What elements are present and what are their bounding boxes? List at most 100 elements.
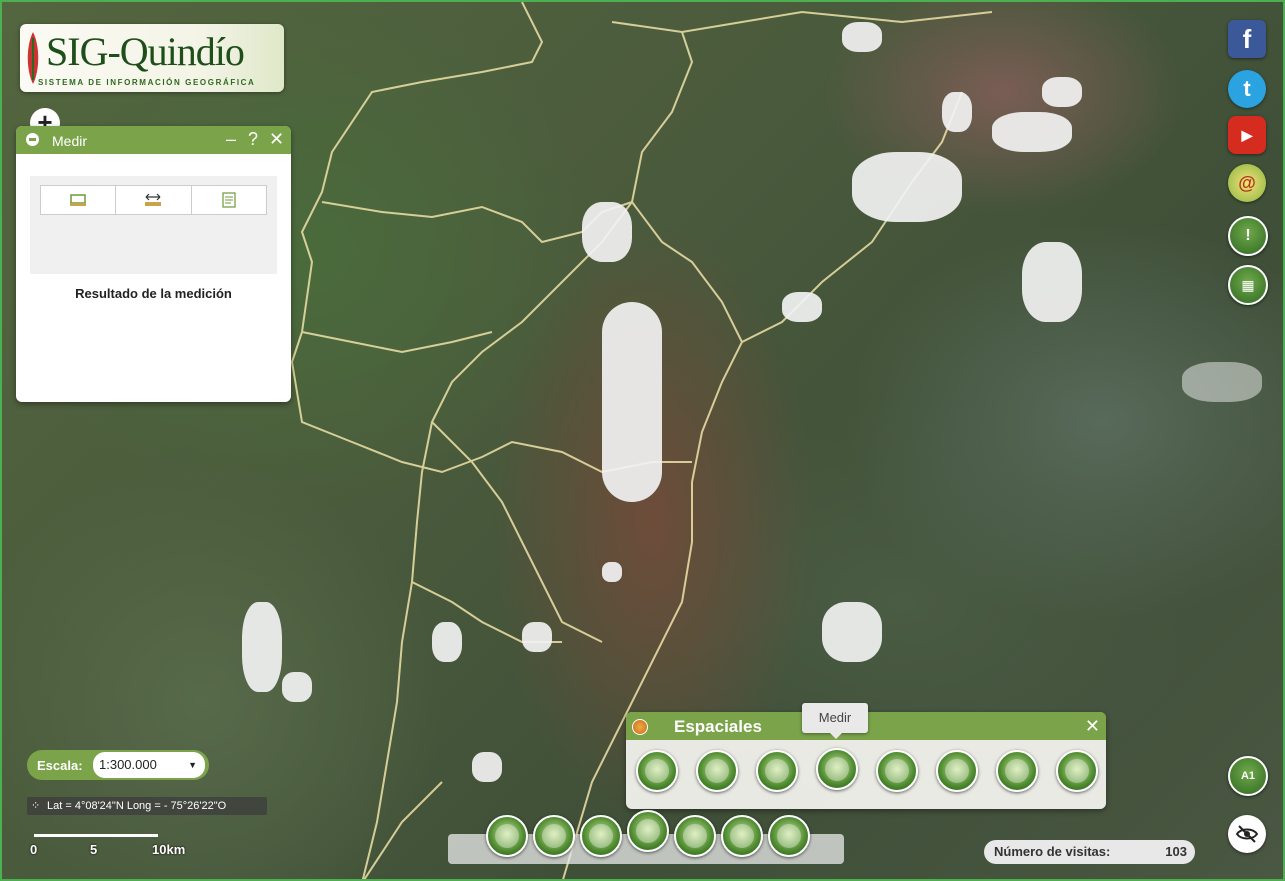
scale-bar: 0 5 10km bbox=[30, 830, 190, 860]
cloud bbox=[1022, 242, 1082, 322]
twitter-button[interactable]: t bbox=[1228, 70, 1266, 108]
espaciales-icon bbox=[632, 719, 648, 735]
email-icon: @ bbox=[1238, 173, 1256, 193]
measure-result-label: Resultado de la medición bbox=[75, 286, 232, 301]
cloud bbox=[852, 152, 962, 222]
cloud bbox=[992, 112, 1072, 152]
map-layers-icon bbox=[645, 759, 669, 783]
ruler-icon bbox=[825, 757, 849, 781]
folder-button[interactable] bbox=[580, 815, 622, 857]
cloud bbox=[582, 202, 632, 262]
email-button[interactable]: @ bbox=[1228, 164, 1266, 202]
ruler-button[interactable] bbox=[816, 748, 858, 790]
area-measure-button[interactable] bbox=[41, 186, 117, 214]
visit-counter-value: 103 bbox=[1165, 844, 1187, 859]
cloud bbox=[522, 622, 552, 652]
compass-button[interactable] bbox=[936, 750, 978, 792]
cloud bbox=[822, 602, 882, 662]
open-folder-icon bbox=[636, 819, 660, 843]
hide-toggle-button[interactable] bbox=[1228, 815, 1266, 853]
cloud bbox=[1182, 362, 1262, 402]
pin-icon: ⁘ bbox=[31, 800, 41, 812]
scale-value: 1:300.000 bbox=[99, 757, 157, 772]
youtube-icon: ▶ bbox=[1241, 127, 1253, 143]
distance-measure-icon bbox=[145, 193, 162, 206]
building-button[interactable] bbox=[696, 750, 738, 792]
youtube-button[interactable]: ▶ bbox=[1228, 116, 1266, 154]
coordinate-button[interactable] bbox=[533, 815, 575, 857]
basemap-button[interactable] bbox=[768, 815, 810, 857]
measure-panel: Medir – ? ✕ Resultado de la medición bbox=[16, 126, 291, 402]
open-folder-button[interactable] bbox=[627, 810, 669, 852]
area-measure-icon bbox=[70, 194, 87, 206]
cloud bbox=[432, 622, 462, 662]
map-analysis-icon bbox=[885, 759, 909, 783]
region-button[interactable] bbox=[756, 750, 798, 792]
legend-icon bbox=[495, 824, 519, 848]
cloud bbox=[242, 602, 282, 692]
shape-button[interactable] bbox=[1056, 750, 1098, 792]
twitter-icon: t bbox=[1243, 76, 1251, 101]
location-measure-icon bbox=[222, 192, 236, 208]
scale-bar-label-10: 10km bbox=[152, 842, 186, 857]
scale-select[interactable]: 1:300.000 ▼ bbox=[93, 752, 205, 778]
logo-title: SIG-Quindío bbox=[46, 29, 245, 74]
calculator-icon: ▦ bbox=[1241, 277, 1255, 293]
folder-icon bbox=[589, 824, 613, 848]
cloud bbox=[1042, 77, 1082, 107]
basemap-icon bbox=[777, 824, 801, 848]
cloud bbox=[602, 302, 662, 502]
measure-panel-title: Medir bbox=[52, 133, 88, 149]
espaciales-close-button[interactable]: ✕ bbox=[1085, 716, 1100, 737]
building-icon bbox=[705, 759, 729, 783]
coordinates-text: Lat = 4°08'24"N Long = - 75°26'22"O bbox=[47, 800, 227, 812]
cloud bbox=[942, 92, 972, 132]
minus-circle-icon bbox=[26, 133, 39, 146]
scale-bar-label-5: 5 bbox=[90, 842, 98, 857]
scale-control: Escala: 1:300.000 ▼ bbox=[27, 750, 209, 780]
camera-icon bbox=[1005, 759, 1029, 783]
sig-quindio-logo[interactable]: SIG-Quindío SISTEMA DE INFORMACIÓN GEOGR… bbox=[20, 24, 284, 92]
cloud bbox=[282, 672, 312, 702]
cloud bbox=[782, 292, 822, 322]
compass-icon bbox=[945, 759, 969, 783]
cloud bbox=[842, 22, 882, 52]
minimize-button[interactable]: – bbox=[226, 129, 236, 150]
visit-counter: Número de visitas: 103 bbox=[984, 840, 1195, 864]
scale-label: Escala: bbox=[37, 758, 83, 773]
facebook-button[interactable]: f bbox=[1228, 20, 1266, 58]
measure-panel-header: Medir – ? ✕ bbox=[16, 126, 291, 154]
facebook-icon: f bbox=[1242, 24, 1252, 54]
scale-bar-line bbox=[34, 834, 158, 837]
calculator-button[interactable]: ▦ bbox=[1228, 265, 1268, 305]
coordinate-icon bbox=[542, 824, 566, 848]
print-button[interactable] bbox=[674, 815, 716, 857]
region-icon bbox=[765, 759, 789, 783]
camera-button[interactable] bbox=[996, 750, 1038, 792]
info-icon: ! bbox=[1245, 227, 1251, 244]
coordinates-display: ⁘ Lat = 4°08'24"N Long = - 75°26'22"O bbox=[27, 797, 267, 815]
visit-counter-label: Número de visitas: bbox=[994, 844, 1111, 859]
measure-tools bbox=[40, 185, 267, 215]
shape-icon bbox=[1065, 759, 1089, 783]
cloud bbox=[472, 752, 502, 782]
help-button[interactable]: ? bbox=[248, 129, 258, 150]
scale-bar-label-0: 0 bbox=[30, 842, 38, 857]
print-icon bbox=[683, 824, 707, 848]
overview-map-button[interactable]: A1 bbox=[1228, 756, 1268, 796]
eye-slash-icon bbox=[1235, 825, 1259, 843]
logo-subtitle: SISTEMA DE INFORMACIÓN GEOGRÁFICA bbox=[38, 78, 256, 87]
close-button[interactable]: ✕ bbox=[269, 129, 284, 150]
measure-tooltip: Medir bbox=[802, 703, 868, 739]
info-button[interactable]: ! bbox=[1228, 216, 1268, 256]
chevron-down-icon: ▼ bbox=[188, 760, 197, 770]
cloud bbox=[602, 562, 622, 582]
map-analysis-button[interactable] bbox=[876, 750, 918, 792]
swipe-icon bbox=[730, 824, 754, 848]
overview-map-icon: A1 bbox=[1240, 770, 1256, 782]
distance-measure-button[interactable] bbox=[116, 186, 192, 214]
map-layers-button[interactable] bbox=[636, 750, 678, 792]
swipe-button[interactable] bbox=[721, 815, 763, 857]
legend-button[interactable] bbox=[486, 815, 528, 857]
location-measure-button[interactable] bbox=[192, 186, 266, 214]
